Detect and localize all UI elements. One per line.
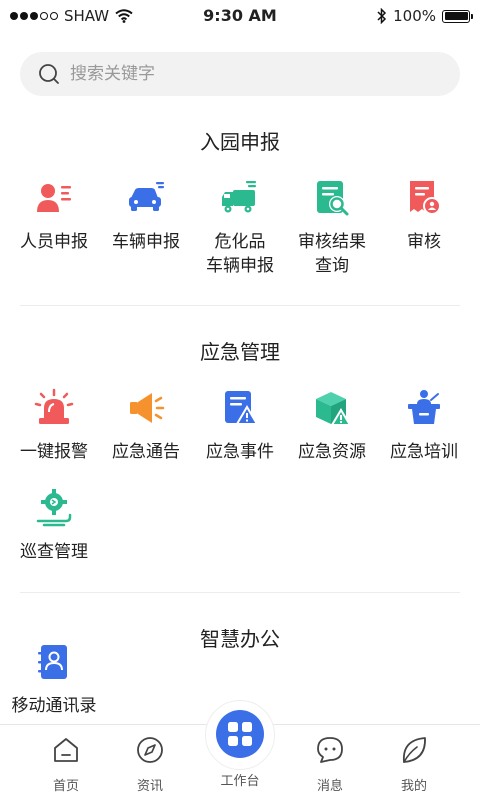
document-user-icon: [410, 181, 441, 215]
tab-label-workbench: 工作台: [220, 774, 260, 789]
grid-item-label: 应急资源: [298, 442, 366, 462]
divider: [20, 305, 460, 306]
status-bar: SHAW 9:30 AM 100%: [0, 0, 480, 32]
section-title-park-entry: 入园申报: [200, 130, 280, 154]
grid-item-label: 危化品 车辆申报: [206, 232, 274, 276]
grid-item-personnel[interactable]: 人员申报: [6, 178, 102, 254]
grid-item-label: 审核: [407, 232, 441, 252]
search-icon: [39, 64, 59, 84]
grid-item-emergency-notice[interactable]: 应急通告: [98, 388, 194, 464]
leaf-icon: [402, 737, 426, 763]
tab-news[interactable]: 资讯: [102, 735, 198, 794]
grid-item-label: 一键报警: [20, 442, 88, 462]
podium-icon: [408, 390, 440, 424]
car-icon: [129, 182, 164, 211]
tab-label: 消息: [316, 779, 343, 794]
grid-item-vehicle[interactable]: 车辆申报: [98, 178, 194, 254]
grid-item-review-result[interactable]: 审核结果 查询: [284, 178, 380, 278]
compass-icon: [137, 737, 163, 763]
tab-label: 首页: [52, 779, 79, 794]
grid-icon: [228, 722, 252, 746]
contacts-book-icon: [38, 645, 67, 679]
divider: [20, 592, 460, 593]
document-search-icon: [317, 181, 349, 216]
grid-item-emergency-event[interactable]: 应急事件: [192, 388, 288, 464]
grid-item-label: 巡查管理: [20, 542, 88, 562]
grid-item-emergency-training[interactable]: 应急培训: [376, 388, 472, 464]
grid-item-label: 审核结果 查询: [298, 232, 366, 276]
battery-icon: [442, 9, 473, 23]
grid-item-label: 应急培训: [390, 442, 458, 462]
battery-percent: 100%: [393, 7, 436, 25]
grid-item-label: 车辆申报: [112, 232, 180, 252]
grid-item-emergency-resource[interactable]: 应急资源: [284, 388, 380, 464]
grid-item-hazmat-vehicle[interactable]: 危化品 车辆申报: [192, 178, 288, 278]
grid-item-one-key-alarm[interactable]: 一键报警: [6, 388, 102, 464]
bluetooth-icon: [377, 8, 387, 24]
person-list-icon: [37, 184, 71, 212]
truck-icon: [222, 181, 256, 213]
patrol-gear-icon: [36, 489, 72, 527]
status-right: 100%: [377, 7, 473, 25]
home-icon: [54, 738, 78, 762]
tab-home[interactable]: 首页: [18, 735, 114, 794]
alarm-light-icon: [34, 388, 74, 424]
tab-label: 我的: [400, 779, 427, 794]
search-input[interactable]: [70, 64, 430, 84]
megaphone-icon: [130, 393, 165, 423]
grid-item-label: 应急通告: [112, 442, 180, 462]
grid-item-label: 人员申报: [20, 232, 88, 252]
grid-item-label: 移动通讯录: [11, 696, 97, 716]
tab-label: 资讯: [136, 779, 163, 794]
search-bar[interactable]: [20, 52, 460, 96]
document-warning-icon: [225, 391, 259, 425]
message-icon: [317, 737, 343, 763]
grid-item-label: 应急事件: [206, 442, 274, 462]
box-warning-icon: [316, 392, 352, 426]
grid-item-patrol-management[interactable]: 巡查管理: [6, 488, 102, 564]
grid-item-contacts[interactable]: 移动通讯录: [6, 642, 102, 718]
tab-workbench[interactable]: [216, 710, 264, 758]
tab-mine[interactable]: 我的: [366, 735, 462, 794]
tab-messages[interactable]: 消息: [282, 735, 378, 794]
grid-item-review[interactable]: 审核: [376, 178, 472, 254]
section-title-emergency: 应急管理: [200, 340, 280, 364]
